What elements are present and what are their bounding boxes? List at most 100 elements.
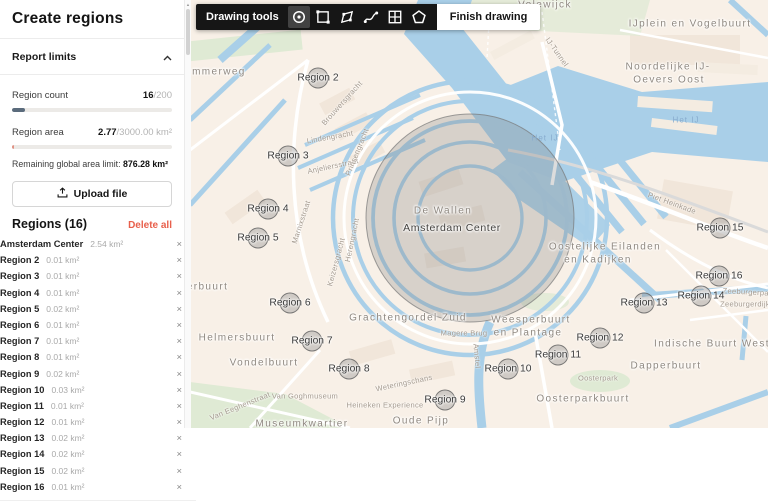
area-label: Oude Pijp <box>393 416 450 427</box>
region-count-progressbar <box>12 108 172 112</box>
divider <box>0 74 184 75</box>
region-marker-label: Region 16 <box>696 271 743 282</box>
region-name: Region 10 <box>0 385 44 395</box>
grid-tool-icon[interactable] <box>384 6 406 28</box>
report-limits-title: Report limits <box>12 51 76 63</box>
region-area: 0.02 km² <box>51 466 84 476</box>
scrollbar-thumb[interactable] <box>186 9 190 55</box>
delete-all-button[interactable]: Delete all <box>128 220 172 231</box>
street-label: Brouwersgracht <box>320 79 365 127</box>
region-marker-label: Region 7 <box>291 336 332 347</box>
region-area-row: Region area 2.77/3000.00 km² <box>12 122 172 140</box>
area-label: Oevers Oost <box>633 75 705 86</box>
polygon-tool-icon[interactable] <box>336 6 358 28</box>
region-list: Amsterdam Center2.54 km²×Region 20.01 km… <box>0 237 196 496</box>
region-marker-label: Region 3 <box>267 151 308 162</box>
region-area: 2.54 km² <box>90 239 123 249</box>
street-label: Van Eeghenstraat <box>209 390 272 422</box>
delete-region-icon[interactable]: × <box>176 467 182 477</box>
scroll-up-icon[interactable]: ▲ <box>185 0 191 7</box>
delete-region-icon[interactable]: × <box>176 240 182 250</box>
delete-region-icon[interactable]: × <box>176 321 182 331</box>
delete-region-icon[interactable]: × <box>176 337 182 347</box>
region-area: 0.01 km² <box>51 401 84 411</box>
delete-region-icon[interactable]: × <box>176 305 182 315</box>
region-name: Region 4 <box>0 288 39 298</box>
chevron-up-icon[interactable] <box>163 48 172 66</box>
map-canvas[interactable]: ZeeheldenbuurtVolewijckIJplein en Vogelb… <box>190 0 768 428</box>
region-area-progress-fill <box>12 145 14 149</box>
delete-region-icon[interactable]: × <box>176 386 182 396</box>
region-name: Region 15 <box>0 466 44 476</box>
finish-drawing-button[interactable]: Finish drawing <box>437 4 541 30</box>
area-label: Grachtengordel Zuid <box>349 313 467 324</box>
region-marker-label: Region 5 <box>237 233 278 244</box>
circle-tool-icon[interactable] <box>288 6 310 28</box>
area-label: en Kadijken <box>564 255 632 266</box>
list-item: Amsterdam Center 2.54 km² × <box>0 237 196 253</box>
region-count-row: Region count 16/200 <box>12 85 172 103</box>
delete-region-icon[interactable]: × <box>176 289 182 299</box>
street-label: Prinsengracht <box>343 127 370 177</box>
drawing-toolbar: Drawing tools Finish drawing <box>196 4 540 30</box>
freehand-tool-icon[interactable] <box>360 6 382 28</box>
rectangle-tool-icon[interactable] <box>312 6 334 28</box>
region-marker-label: Region 15 <box>697 223 744 234</box>
area-label: Noordelijke IJ- <box>626 62 711 73</box>
delete-region-icon[interactable]: × <box>176 353 182 363</box>
selected-region-label: Amsterdam Center <box>403 222 501 234</box>
region-area: 0.01 km² <box>51 417 84 427</box>
sidebar-scrollbar[interactable]: ▲ <box>184 0 191 428</box>
list-item: Region 100.03 km²× <box>0 383 196 399</box>
region-marker-label: Region 12 <box>577 333 624 344</box>
region-name: Region 9 <box>0 369 39 379</box>
region-name: Amsterdam Center <box>0 239 83 249</box>
delete-region-icon[interactable]: × <box>176 402 182 412</box>
region-marker-label: Region 11 <box>535 350 581 361</box>
region-name: Region 11 <box>0 401 44 411</box>
shape-tool-icon[interactable] <box>408 6 430 28</box>
region-area-progressbar <box>12 145 172 149</box>
region-area: 0.01 km² <box>51 482 84 492</box>
delete-region-icon[interactable]: × <box>176 272 182 282</box>
street-label: Van Goghmuseum <box>272 392 338 401</box>
region-area: 0.01 km² <box>46 288 79 298</box>
list-item: Region 20.01 km²× <box>0 253 196 269</box>
region-marker-label: Region 6 <box>269 298 310 309</box>
delete-region-icon[interactable]: × <box>176 418 182 428</box>
area-label: Oostelijke Eilanden <box>549 242 661 253</box>
area-label: IJplein en Vogelbuurt <box>629 19 752 30</box>
delete-region-icon[interactable]: × <box>176 256 182 266</box>
upload-file-button[interactable]: Upload file <box>12 181 172 207</box>
region-count-label: Region count <box>12 90 68 101</box>
region-marker-label: Region 2 <box>297 73 338 84</box>
region-area: 0.01 km² <box>46 352 79 362</box>
street-label: Zeeburgerpad <box>722 286 768 298</box>
delete-region-icon[interactable]: × <box>176 370 182 380</box>
regions-list-title: Regions (16) <box>12 217 87 231</box>
delete-region-icon[interactable]: × <box>176 450 182 460</box>
delete-region-icon[interactable]: × <box>176 434 182 444</box>
street-label: Weteringschans <box>375 373 433 394</box>
region-count-progress-fill <box>12 108 25 112</box>
list-item: Region 90.02 km²× <box>0 367 196 383</box>
list-item: Region 60.01 km²× <box>0 318 196 334</box>
street-label: Keizersgracht <box>325 237 347 287</box>
region-area: 0.02 km² <box>51 433 84 443</box>
remaining-limit-value: 876.28 km² <box>123 159 168 169</box>
region-name: Region 2 <box>0 255 39 265</box>
region-marker-label: Region 9 <box>424 395 465 406</box>
region-area: 0.01 km² <box>46 336 79 346</box>
delete-region-icon[interactable]: × <box>176 483 182 493</box>
list-item: Region 130.02 km²× <box>0 431 196 447</box>
region-marker-label: Region 14 <box>678 291 725 302</box>
region-marker-label: Region 10 <box>485 364 532 375</box>
region-name: Region 3 <box>0 271 39 281</box>
area-label: Weesperbuurt <box>491 315 570 326</box>
list-item: Region 80.01 km²× <box>0 350 196 366</box>
street-label: Oosterpark <box>578 374 618 383</box>
report-limits-header[interactable]: Report limits <box>12 39 172 74</box>
region-area-value: 2.77/3000.00 km² <box>98 122 172 140</box>
page-title: Create regions <box>12 10 172 28</box>
list-item: Region 70.01 km²× <box>0 334 196 350</box>
